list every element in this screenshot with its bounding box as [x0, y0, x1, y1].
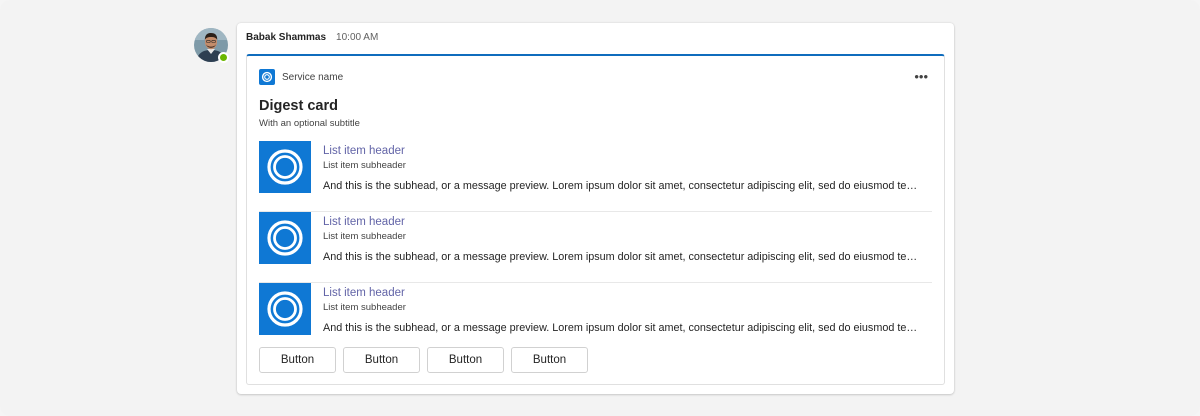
digest-list: List item header List item subheader And… [259, 141, 932, 354]
list-item-subheader: List item subheader [323, 160, 406, 171]
list-item-text: List item header List item subheader And… [323, 285, 932, 335]
chat-canvas: Babak Shammas 10:00 AM Service name ••• … [0, 0, 1200, 416]
ring-logo-icon [259, 283, 311, 335]
presence-available-icon [218, 52, 229, 63]
list-item: List item header List item subheader And… [259, 141, 932, 212]
message-timestamp: 10:00 AM [336, 32, 379, 43]
list-item-header[interactable]: List item header [323, 285, 932, 301]
list-item-text: List item header List item subheader And… [323, 214, 932, 264]
service-name: Service name [282, 71, 344, 83]
list-item-header[interactable]: List item header [323, 143, 932, 159]
digest-card: Service name ••• Digest card With an opt… [246, 54, 945, 385]
message-header: Babak Shammas 10:00 AM [246, 32, 378, 48]
card-subtitle: With an optional subtitle [259, 118, 360, 129]
sender-name[interactable]: Babak Shammas [246, 32, 326, 43]
service-logo-icon [259, 69, 275, 85]
more-options-icon[interactable]: ••• [910, 70, 932, 84]
list-item: List item header List item subheader And… [259, 212, 932, 283]
list-item: List item header List item subheader And… [259, 283, 932, 354]
action-button-4[interactable]: Button [511, 347, 588, 373]
action-button-1[interactable]: Button [259, 347, 336, 373]
ring-logo-icon [259, 141, 311, 193]
avatar[interactable] [194, 28, 229, 63]
chat-message: Babak Shammas 10:00 AM Service name ••• … [237, 23, 954, 394]
card-top-bar: Service name ••• [259, 68, 932, 86]
action-button-2[interactable]: Button [343, 347, 420, 373]
action-button-3[interactable]: Button [427, 347, 504, 373]
ring-logo-icon [259, 212, 311, 264]
card-title: Digest card [259, 98, 338, 114]
list-item-header[interactable]: List item header [323, 214, 932, 230]
list-item-preview: And this is the subhead, or a message pr… [323, 322, 926, 334]
list-item-subheader: List item subheader [323, 302, 406, 313]
list-item-preview: And this is the subhead, or a message pr… [323, 251, 926, 263]
list-item-text: List item header List item subheader And… [323, 143, 932, 193]
list-item-preview: And this is the subhead, or a message pr… [323, 180, 926, 192]
list-item-subheader: List item subheader [323, 231, 406, 242]
card-actions: Button Button Button Button [259, 347, 588, 373]
